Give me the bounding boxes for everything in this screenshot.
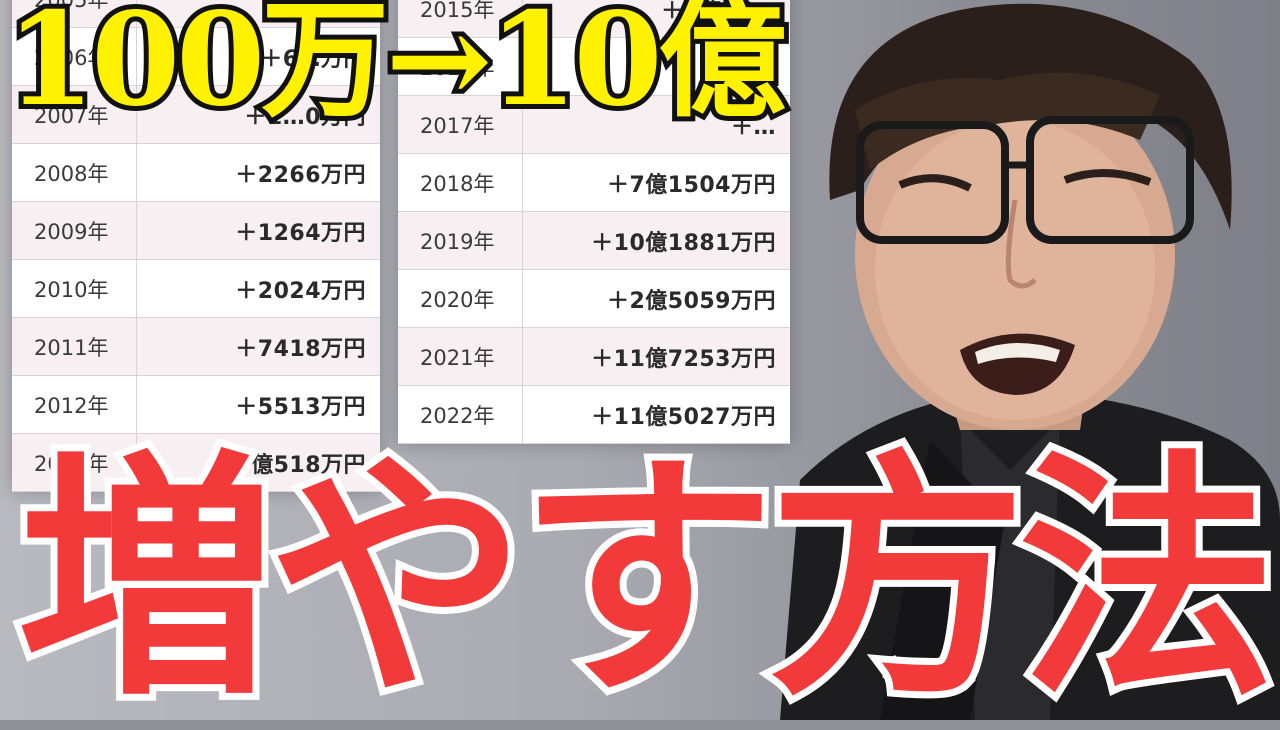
amount-cell: ＋2億5059万円 [606, 288, 776, 314]
amount-cell: ＋5513万円 [235, 394, 366, 420]
table-row: 2020年 ＋2億5059万円 [398, 270, 790, 328]
amount-cell: ＋11億7253万円 [591, 346, 776, 372]
year-cell: 2021年 [398, 328, 523, 385]
year-cell: 2020年 [398, 270, 523, 327]
year-cell: 2008年 [12, 144, 137, 201]
year-cell: 2011年 [12, 318, 137, 375]
amount-cell: ＋11億5027万円 [591, 404, 776, 430]
amount-cell: ＋1264万円 [235, 220, 366, 246]
table-row: 2012年 ＋5513万円 [12, 376, 380, 434]
year-cell: 2009年 [12, 202, 137, 259]
amount-cell: ＋10億1881万円 [591, 230, 776, 256]
amount-cell: ＋2266万円 [235, 162, 366, 188]
year-cell: 2010年 [12, 260, 137, 317]
table-row: 2011年 ＋7418万円 [12, 318, 380, 376]
year-cell: 2012年 [12, 376, 137, 433]
table-row: 2008年 ＋2266万円 [12, 144, 380, 202]
headline-top: 100万→10億 [1, 0, 792, 135]
amount-cell: ＋2024万円 [235, 278, 366, 304]
table-row: 2021年 ＋11億7253万円 [398, 328, 790, 386]
table-row: 2010年 ＋2024万円 [12, 260, 380, 318]
table-row: 2009年 ＋1264万円 [12, 202, 380, 260]
year-cell: 2018年 [398, 154, 523, 211]
year-cell: 2019年 [398, 212, 523, 269]
table-row: 2019年 ＋10億1881万円 [398, 212, 790, 270]
table-row: 2018年 ＋7億1504万円 [398, 154, 790, 212]
amount-cell: ＋7418万円 [235, 336, 366, 362]
amount-cell: ＋7億1504万円 [606, 172, 776, 198]
headline-bottom: 増やす方法 [11, 427, 1280, 730]
